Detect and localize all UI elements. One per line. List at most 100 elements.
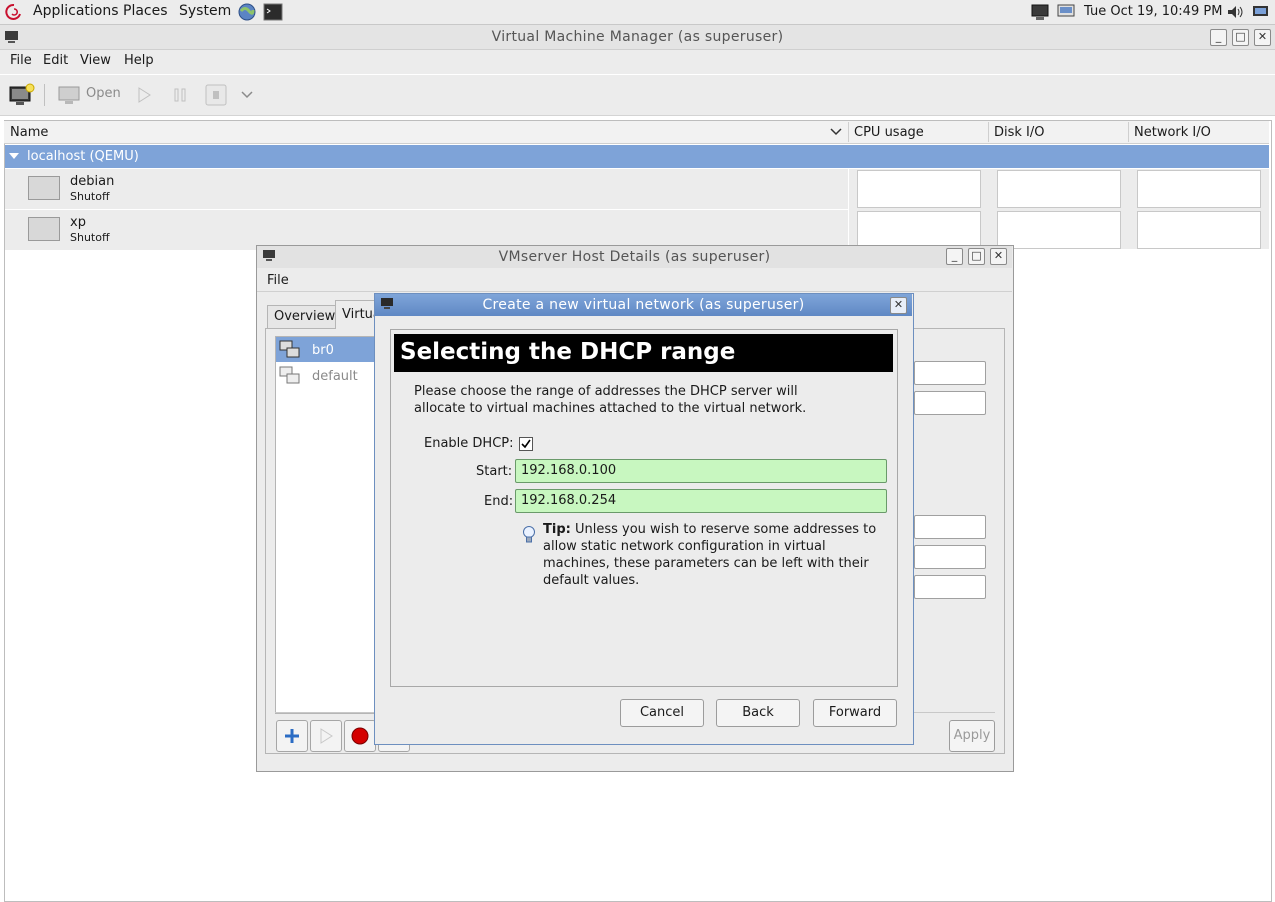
expander-icon[interactable] <box>8 151 20 161</box>
dialog-close-button[interactable]: ✕ <box>890 297 907 314</box>
end-address-input[interactable]: 192.168.0.254 <box>515 489 887 513</box>
start-label: Start: <box>476 464 513 479</box>
dialog-header: Selecting the DHCP range <box>394 334 893 372</box>
checkmark-icon <box>521 439 531 449</box>
toolbar-separator <box>44 84 45 106</box>
play-icon <box>320 728 333 744</box>
host-details-titlebar[interactable]: VMserver Host Details (as superuser) <box>257 246 1012 268</box>
new-vm-icon[interactable] <box>9 83 35 107</box>
dhcp-start-field[interactable] <box>914 545 986 569</box>
stop-icon <box>351 727 369 745</box>
stop-network-button[interactable] <box>344 720 376 752</box>
terminal-icon[interactable] <box>263 2 283 22</box>
tip-text: Unless you wish to reserve some addresse… <box>543 522 877 588</box>
close-button[interactable]: ✕ <box>1254 29 1271 46</box>
tip-label: Tip: <box>543 522 571 537</box>
host-label: localhost (QEMU) <box>27 149 139 164</box>
network-name-field[interactable] <box>914 361 986 385</box>
vm-icon <box>28 176 60 200</box>
debian-swirl-icon[interactable] <box>5 3 23 21</box>
pause-icon[interactable] <box>171 86 189 104</box>
clock[interactable]: Tue Oct 19, 10:49 PM <box>1084 4 1222 19</box>
web-browser-icon[interactable] <box>237 2 257 22</box>
cancel-button[interactable]: Cancel <box>620 699 704 727</box>
maximize-button[interactable]: □ <box>1232 29 1249 46</box>
window-menu-icon[interactable] <box>4 29 20 45</box>
start-address-value: 192.168.0.100 <box>521 463 617 478</box>
open-button[interactable]: Open <box>86 86 121 101</box>
virt-manager-tray-icon[interactable] <box>1030 2 1050 22</box>
network-device-field[interactable] <box>914 391 986 415</box>
main-menubar <box>0 50 1275 74</box>
host-menubar <box>257 269 1012 292</box>
vm-list-header <box>4 121 1269 144</box>
apply-button[interactable]: Apply <box>949 720 995 752</box>
network-graph <box>1137 170 1261 208</box>
network-list <box>275 336 387 714</box>
dialog-title: Create a new virtual network (as superus… <box>482 297 805 313</box>
sort-chevron-icon[interactable] <box>829 126 843 138</box>
ipv4-network-field[interactable] <box>914 515 986 539</box>
tip-text-block: Tip: Unless you wish to reserve some add… <box>543 521 893 589</box>
column-name[interactable]: Name <box>10 125 48 140</box>
chevron-down-icon[interactable] <box>240 88 254 102</box>
start-network-button[interactable] <box>310 720 342 752</box>
enable-dhcp-checkbox[interactable] <box>519 437 533 451</box>
run-icon[interactable] <box>135 86 153 104</box>
vm-status: Shutoff <box>70 190 110 203</box>
plus-icon <box>285 729 299 743</box>
dialog-titlebar[interactable]: Create a new virtual network (as superus… <box>375 294 912 316</box>
host-row[interactable] <box>5 145 1269 168</box>
dhcp-end-field[interactable] <box>914 575 986 599</box>
network-graph <box>1137 211 1261 249</box>
lightbulb-icon <box>523 526 535 543</box>
start-address-input[interactable]: 192.168.0.100 <box>515 459 887 483</box>
column-divider <box>1128 122 1129 142</box>
column-disk-io[interactable]: Disk I/O <box>994 125 1045 140</box>
applications-menu[interactable]: Applications <box>33 3 119 19</box>
minimize-button[interactable]: _ <box>946 248 963 265</box>
vm-row[interactable] <box>5 210 848 250</box>
minimize-button[interactable]: _ <box>1210 29 1227 46</box>
main-window-titlebar[interactable]: Virtual Machine Manager (as superuser) <box>0 25 1275 50</box>
file-menu[interactable]: File <box>10 53 32 68</box>
disk-graph <box>997 211 1121 249</box>
window-menu-icon[interactable] <box>262 249 278 263</box>
main-toolbar <box>0 75 1275 116</box>
help-menu[interactable]: Help <box>124 53 154 68</box>
vm-name: debian <box>70 174 115 189</box>
back-button[interactable]: Back <box>716 699 800 727</box>
dialog-heading: Selecting the DHCP range <box>400 339 736 365</box>
tab-overview-label: Overview <box>274 309 336 324</box>
close-button[interactable]: ✕ <box>990 248 1007 265</box>
window-menu-icon[interactable] <box>380 297 396 311</box>
end-label: End: <box>484 494 514 509</box>
edit-menu[interactable]: Edit <box>43 53 68 68</box>
volume-icon[interactable] <box>1225 2 1245 22</box>
system-menu[interactable]: System <box>179 3 231 19</box>
host-file-menu[interactable]: File <box>267 273 289 288</box>
vm-name: xp <box>70 215 86 230</box>
disk-graph <box>997 170 1121 208</box>
shutdown-icon[interactable] <box>205 84 227 106</box>
column-divider <box>988 122 989 142</box>
host-details-title: VMserver Host Details (as superuser) <box>498 249 771 265</box>
display-tray-icon[interactable] <box>1251 2 1271 22</box>
tab-overview[interactable]: Overview <box>267 305 337 329</box>
vm-row[interactable] <box>5 169 848 209</box>
network-tray-icon[interactable] <box>1056 2 1076 22</box>
network-item-label[interactable]: default <box>312 369 358 384</box>
enable-dhcp-label: Enable DHCP: <box>424 436 514 451</box>
column-network-io[interactable]: Network I/O <box>1134 125 1211 140</box>
forward-button[interactable]: Forward <box>813 699 897 727</box>
network-icon <box>279 366 300 384</box>
add-network-button[interactable] <box>276 720 308 752</box>
open-vm-icon[interactable] <box>58 85 82 105</box>
cpu-graph <box>857 170 981 208</box>
places-menu[interactable]: Places <box>123 3 168 19</box>
column-cpu-usage[interactable]: CPU usage <box>854 125 924 140</box>
end-address-value: 192.168.0.254 <box>521 493 617 508</box>
vm-icon <box>28 217 60 241</box>
maximize-button[interactable]: □ <box>968 248 985 265</box>
view-menu[interactable]: View <box>80 53 111 68</box>
